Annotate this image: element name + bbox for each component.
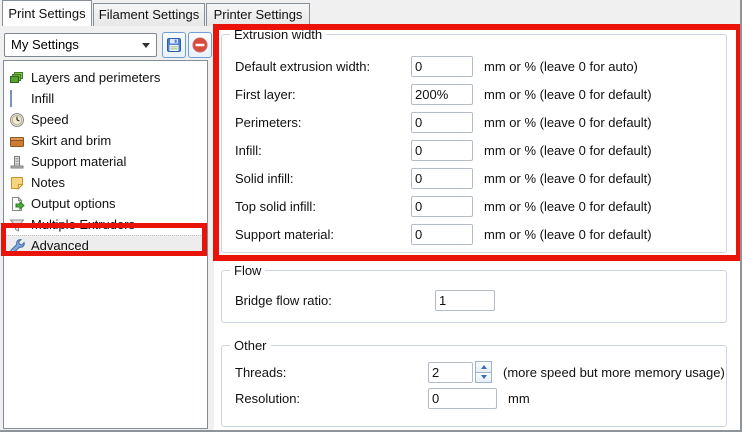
- sidebar-item-skirt-and-brim[interactable]: Skirt and brim: [4, 130, 207, 151]
- sidebar-item-notes[interactable]: Notes: [4, 172, 207, 193]
- setting-unit: mm or % (leave 0 for auto): [484, 59, 638, 74]
- setting-row-resolution: Resolution: mm: [235, 385, 726, 411]
- setting-unit: (more speed but more memory usage): [503, 365, 725, 380]
- setting-label: Threads:: [235, 365, 428, 380]
- sidebar-item-label: Output options: [31, 196, 116, 211]
- tab-filament-settings[interactable]: Filament Settings: [93, 3, 205, 26]
- sidebar-item-label: Speed: [31, 112, 69, 127]
- setting-row-perimeters: Perimeters: mm or % (leave 0 for default…: [235, 108, 726, 136]
- sidebar-item-output-options[interactable]: Output options: [4, 193, 207, 214]
- infill-icon: [9, 91, 25, 107]
- top-solid-infill-width-input[interactable]: [411, 196, 473, 217]
- setting-unit: mm or % (leave 0 for default): [484, 87, 652, 102]
- sidebar-item-layers-and-perimeters[interactable]: Layers and perimeters: [4, 67, 207, 88]
- groupbox-other: Other Threads: (more speed but more memo…: [221, 345, 727, 427]
- sidebar-item-label: Advanced: [31, 238, 89, 253]
- setting-unit: mm: [508, 391, 530, 406]
- setting-unit: mm or % (leave 0 for default): [484, 199, 652, 214]
- groupbox-extrusion-width: Extrusion width Default extrusion width:…: [221, 34, 727, 253]
- tab-printer-settings[interactable]: Printer Settings: [206, 3, 310, 26]
- preset-dropdown[interactable]: My Settings: [4, 33, 157, 57]
- perimeters-width-input[interactable]: [411, 112, 473, 133]
- support-icon: [9, 154, 25, 170]
- setting-row-support-material: Support material: mm or % (leave 0 for d…: [235, 220, 726, 248]
- wrench-icon: [9, 238, 25, 254]
- threads-stepper: [475, 361, 492, 383]
- groupbox-flow: Flow Bridge flow ratio:: [221, 270, 727, 323]
- preset-dropdown-value: My Settings: [11, 37, 79, 52]
- support-material-width-input[interactable]: [411, 224, 473, 245]
- settings-category-list[interactable]: Layers and perimeters Infill Speed Skirt…: [3, 60, 208, 429]
- setting-label: Bridge flow ratio:: [235, 293, 435, 308]
- setting-label: Resolution:: [235, 391, 428, 406]
- groupbox-title: Other: [230, 338, 271, 353]
- setting-unit: mm or % (leave 0 for default): [484, 171, 652, 186]
- speed-icon: [9, 112, 25, 128]
- red-minus-circle-icon: [192, 37, 208, 53]
- slic3r-settings-window: Print Settings Filament Settings Printer…: [0, 0, 742, 432]
- sidebar-item-speed[interactable]: Speed: [4, 109, 207, 130]
- arrow-down-icon: [481, 375, 487, 379]
- stepper-down-button[interactable]: [475, 373, 492, 384]
- extruders-icon: [9, 217, 25, 233]
- setting-row-first-layer: First layer: mm or % (leave 0 for defaul…: [235, 80, 726, 108]
- infill-width-input[interactable]: [411, 140, 473, 161]
- first-layer-width-input[interactable]: [411, 84, 473, 105]
- settings-panel: Extrusion width Default extrusion width:…: [214, 25, 741, 431]
- layers-icon: [9, 70, 25, 86]
- setting-unit: mm or % (leave 0 for default): [484, 227, 652, 242]
- sidebar-item-advanced[interactable]: Advanced: [4, 235, 207, 256]
- save-preset-button[interactable]: [162, 32, 186, 58]
- setting-row-infill: Infill: mm or % (leave 0 for default): [235, 136, 726, 164]
- setting-label: Support material:: [235, 227, 411, 242]
- skirt-icon: [9, 133, 25, 149]
- delete-preset-button[interactable]: [188, 32, 212, 58]
- setting-label: First layer:: [235, 87, 411, 102]
- setting-row-top-solid-infill: Top solid infill: mm or % (leave 0 for d…: [235, 192, 726, 220]
- setting-row-default-extrusion-width: Default extrusion width: mm or % (leave …: [235, 52, 726, 80]
- resolution-input[interactable]: [428, 388, 497, 409]
- setting-label: Solid infill:: [235, 171, 411, 186]
- sidebar-item-label: Multiple Extruders: [31, 217, 135, 232]
- setting-row-bridge-flow-ratio: Bridge flow ratio:: [235, 286, 726, 314]
- arrow-up-icon: [481, 365, 487, 369]
- setting-unit: mm or % (leave 0 for default): [484, 143, 652, 158]
- floppy-disk-icon: [166, 37, 182, 53]
- setting-label: Default extrusion width:: [235, 59, 411, 74]
- sidebar-item-label: Notes: [31, 175, 65, 190]
- sidebar-item-label: Skirt and brim: [31, 133, 111, 148]
- tab-print-settings[interactable]: Print Settings: [2, 0, 92, 26]
- groupbox-title: Extrusion width: [230, 27, 326, 42]
- setting-row-threads: Threads: (more speed but more memory usa…: [235, 359, 726, 385]
- setting-unit: mm or % (leave 0 for default): [484, 115, 652, 130]
- stepper-up-button[interactable]: [475, 361, 492, 373]
- default-extrusion-width-input[interactable]: [411, 56, 473, 77]
- sidebar-item-support-material[interactable]: Support material: [4, 151, 207, 172]
- setting-label: Perimeters:: [235, 115, 411, 130]
- bridge-flow-ratio-input[interactable]: [435, 290, 495, 311]
- threads-input[interactable]: [428, 362, 473, 383]
- sidebar-item-label: Layers and perimeters: [31, 70, 160, 85]
- chevron-down-icon: [142, 43, 150, 48]
- notes-icon: [9, 175, 25, 191]
- setting-label: Infill:: [235, 143, 411, 158]
- solid-infill-width-input[interactable]: [411, 168, 473, 189]
- sidebar-item-label: Support material: [31, 154, 126, 169]
- sidebar-item-infill[interactable]: Infill: [4, 88, 207, 109]
- groupbox-title: Flow: [230, 263, 265, 278]
- setting-label: Top solid infill:: [235, 199, 411, 214]
- sidebar-item-multiple-extruders[interactable]: Multiple Extruders: [4, 214, 207, 235]
- output-icon: [9, 196, 25, 212]
- sidebar-item-label: Infill: [31, 91, 54, 106]
- setting-row-solid-infill: Solid infill: mm or % (leave 0 for defau…: [235, 164, 726, 192]
